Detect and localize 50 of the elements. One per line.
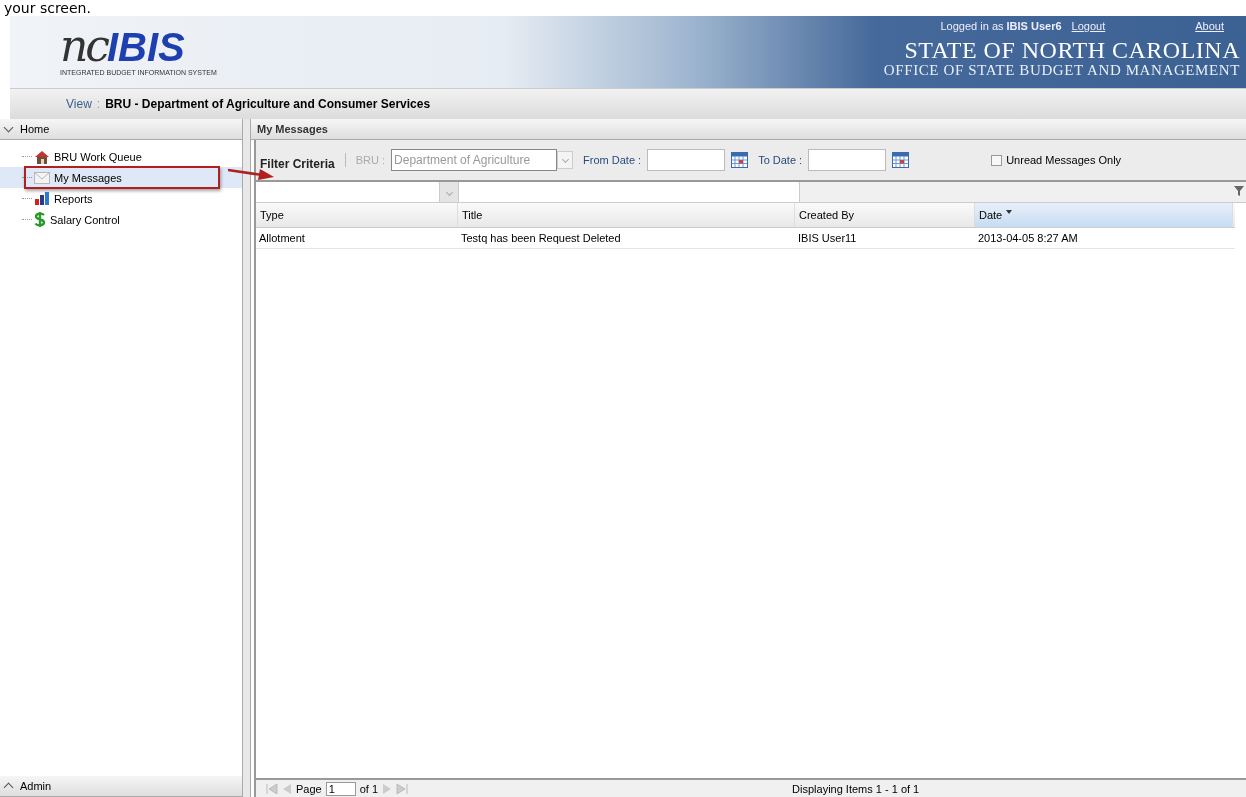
bar-chart-icon — [34, 192, 50, 205]
sort-arrow-icon — [1006, 210, 1013, 214]
panel-title: My Messages — [251, 119, 1246, 140]
table-cell-text: IBIS User11 — [797, 231, 858, 246]
section-header[interactable]: Admin — [0, 776, 242, 797]
table-cell-text: 2013-04-05 8:27 AM — [977, 231, 1079, 246]
view-label: View — [66, 97, 92, 111]
page-field[interactable]: 1 — [325, 781, 356, 796]
filter-label: Filter Criteria — [260, 157, 335, 171]
calendar-icon[interactable] — [731, 152, 749, 168]
annotation-arrow — [228, 167, 274, 181]
next-page-icon[interactable] — [382, 782, 393, 795]
paging-status: Displaying Items 1 - 1 of 1 — [792, 782, 920, 795]
checkbox[interactable] — [991, 154, 1003, 166]
page-count: of 1 — [359, 782, 379, 795]
login-status: Logged in as IBIS User6 — [940, 20, 1062, 32]
from-date-field[interactable] — [647, 149, 726, 171]
to-date-field[interactable] — [808, 149, 887, 171]
to-date-label: To Date : — [758, 154, 803, 166]
state-title: STATE OF NORTH CAROLINA — [904, 38, 1240, 62]
view-separator: : — [96, 97, 101, 111]
funnel-icon[interactable] — [1234, 186, 1244, 196]
table-cell-text: Testq has been Request Deleted — [460, 231, 622, 246]
column-header[interactable]: Date — [975, 203, 1233, 227]
previous-page-icon[interactable] — [282, 782, 292, 795]
document-text: your screen. — [4, 0, 91, 16]
header-link[interactable]: About — [1195, 20, 1224, 32]
tree-item[interactable]: My Messages — [0, 167, 242, 188]
tree-item[interactable]: Reports — [0, 188, 242, 209]
office-subtitle: OFFICE OF STATE BUDGET AND MANAGEMENT — [883, 62, 1240, 79]
column-header[interactable]: Title — [458, 203, 795, 227]
table-cell-text: Allotment — [258, 231, 306, 246]
header-link[interactable]: Logout — [1071, 20, 1106, 32]
tree-item[interactable]: BRU Work Queue — [0, 146, 242, 167]
envelope-icon — [34, 171, 50, 184]
calendar-icon[interactable] — [892, 152, 910, 168]
unread-label: Unread Messages Only — [1006, 154, 1122, 166]
column-header[interactable]: Type — [256, 203, 458, 227]
first-page-icon[interactable] — [266, 782, 278, 795]
view-value: BRU - Department of Agriculture and Consumer Services — [105, 97, 431, 111]
logo: ncIBIS — [60, 24, 185, 68]
dollar-icon — [34, 212, 46, 227]
dropdown-button[interactable] — [557, 151, 574, 169]
last-page-icon[interactable] — [396, 782, 409, 795]
page-label: Page — [296, 782, 322, 795]
section-header[interactable]: Home — [0, 119, 242, 140]
bru-label: BRU : — [355, 154, 386, 166]
house-icon — [34, 149, 50, 164]
from-date-label: From Date : — [583, 154, 642, 166]
tree-item[interactable]: Salary Control — [0, 209, 242, 230]
